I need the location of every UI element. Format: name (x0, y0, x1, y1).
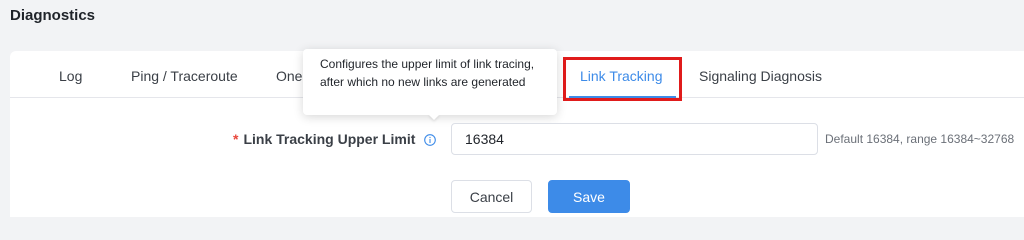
tab-ping-traceroute[interactable]: Ping / Traceroute (131, 68, 238, 84)
required-marker: * (233, 131, 239, 147)
field-label: * Link Tracking Upper Limit (233, 131, 415, 147)
tooltip: Configures the upper limit of link traci… (303, 49, 557, 115)
info-circle-icon[interactable] (424, 133, 436, 146)
tooltip-arrow (428, 114, 440, 120)
cancel-button[interactable]: Cancel (451, 180, 532, 213)
link-tracking-limit-input[interactable] (451, 123, 818, 155)
field-hint: Default 16384, range 16384~32768 (825, 132, 1015, 146)
page-title: Diagnostics (10, 7, 96, 24)
save-button[interactable]: Save (548, 180, 630, 213)
tab-log[interactable]: Log (59, 68, 82, 84)
tab-signaling-diagnosis[interactable]: Signaling Diagnosis (699, 68, 822, 84)
field-label-text: Link Tracking Upper Limit (243, 131, 416, 147)
tab-one-click-debug[interactable]: One (276, 68, 302, 84)
highlight-box (563, 57, 682, 101)
